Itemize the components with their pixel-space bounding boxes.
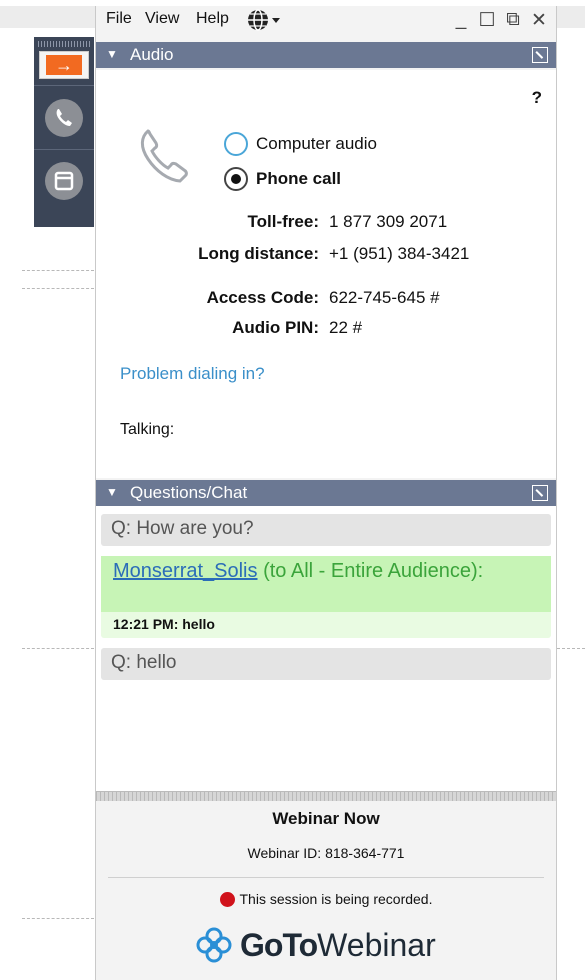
chat-section-title: Questions/Chat: [130, 483, 248, 502]
logo-goto: GoTo: [240, 926, 318, 963]
menu-help[interactable]: Help: [196, 10, 229, 28]
audio-section-title: Audio: [130, 45, 174, 64]
popout-icon[interactable]: [532, 47, 548, 63]
window-controls: _ ☐ ⧉ ✕: [452, 9, 548, 32]
phone-icon: [140, 129, 188, 183]
collapse-triangle-icon: ▼: [106, 485, 118, 499]
radio-unselected-icon: [224, 132, 248, 156]
resize-grip[interactable]: [96, 791, 556, 801]
phone-call-label: Phone call: [256, 169, 342, 188]
language-menu[interactable]: [246, 8, 282, 37]
radio-selected-icon: [224, 167, 248, 191]
toll-free-label: Toll-free:: [247, 212, 319, 231]
popout-icon[interactable]: [532, 485, 548, 501]
toll-free-number: 1 877 309 2071: [329, 212, 448, 231]
flower-logo-icon: [196, 927, 232, 963]
chat-message-header: Monserrat_Solis (to All - Entire Audienc…: [101, 556, 551, 612]
panel-separator: [34, 85, 94, 86]
restore-icon[interactable]: ⧉: [504, 9, 522, 32]
gotowebinar-window: File View Help _ ☐ ⧉ ✕ ▼ Audio ? Compute…: [95, 6, 557, 980]
recording-icon: [219, 891, 235, 907]
webinar-title: Webinar Now: [272, 809, 380, 828]
phone-call-radio[interactable]: Phone call: [224, 167, 341, 191]
access-code-label: Access Code:: [206, 288, 319, 307]
control-panel: →: [34, 37, 94, 227]
audio-section-header[interactable]: ▼ Audio: [96, 42, 556, 68]
recording-text: This session is being recorded.: [239, 891, 433, 907]
webinar-footer: Webinar Now Webinar ID: 818-364-771 This…: [96, 801, 556, 980]
problem-dialing-link[interactable]: Problem dialing in?: [120, 364, 265, 384]
screen-view-button[interactable]: [45, 162, 83, 200]
chat-panel: Q: How are you? Monserrat_Solis (to All …: [96, 506, 556, 791]
audio-toggle-button[interactable]: [45, 99, 83, 137]
background-divider: [22, 288, 94, 289]
question-item[interactable]: Q: hello: [101, 648, 551, 680]
computer-audio-label: Computer audio: [256, 134, 377, 153]
collapse-triangle-icon: ▼: [106, 47, 118, 61]
long-distance-number: +1 (951) 384-3421: [329, 244, 470, 263]
panel-separator: [34, 149, 94, 150]
background-divider: [22, 918, 94, 919]
background-divider: [557, 648, 585, 649]
question-item[interactable]: Q: How are you?: [101, 514, 551, 546]
menu-view[interactable]: View: [145, 10, 179, 28]
maximize-icon[interactable]: ☐: [478, 9, 496, 32]
chat-section-header[interactable]: ▼ Questions/Chat: [96, 480, 556, 506]
minimize-icon[interactable]: _: [452, 9, 470, 32]
logo-webinar: Webinar: [317, 926, 436, 963]
audio-pin-value: 22 #: [329, 318, 363, 337]
collapse-panel-button[interactable]: →: [39, 51, 89, 79]
gotowebinar-logo: GoTo Webinar: [194, 925, 436, 965]
close-icon[interactable]: ✕: [530, 9, 548, 32]
panel-grip[interactable]: [38, 41, 90, 47]
footer-divider: [108, 877, 544, 878]
phone-icon: [56, 109, 72, 126]
chevron-down-icon: [272, 18, 280, 23]
audio-panel: ? Computer audio Phone call Toll-free: 1…: [96, 70, 556, 478]
talking-label: Talking:: [120, 421, 175, 438]
arrow-right-icon: →: [46, 55, 82, 75]
chat-message[interactable]: Monserrat_Solis (to All - Entire Audienc…: [101, 556, 551, 638]
long-distance-label: Long distance:: [198, 244, 319, 263]
chat-message-body: 12:21 PM: hello: [113, 616, 215, 632]
audio-pin-label: Audio PIN:: [232, 318, 319, 337]
background-divider: [22, 270, 94, 271]
access-code-value: 622-745-645 #: [329, 288, 440, 307]
background-divider: [22, 648, 94, 649]
webinar-id: Webinar ID: 818-364-771: [247, 845, 405, 861]
window-icon: [54, 171, 74, 191]
sender-link[interactable]: Monserrat_Solis: [113, 560, 258, 582]
computer-audio-radio[interactable]: Computer audio: [224, 132, 377, 156]
recording-notice: This session is being recorded.: [96, 891, 556, 907]
audience-text: (to All - Entire Audience):: [257, 560, 484, 582]
help-icon[interactable]: ?: [532, 88, 542, 108]
globe-icon: [248, 9, 280, 31]
menu-bar: File View Help _ ☐ ⧉ ✕: [96, 6, 556, 38]
menu-file[interactable]: File: [106, 10, 132, 28]
